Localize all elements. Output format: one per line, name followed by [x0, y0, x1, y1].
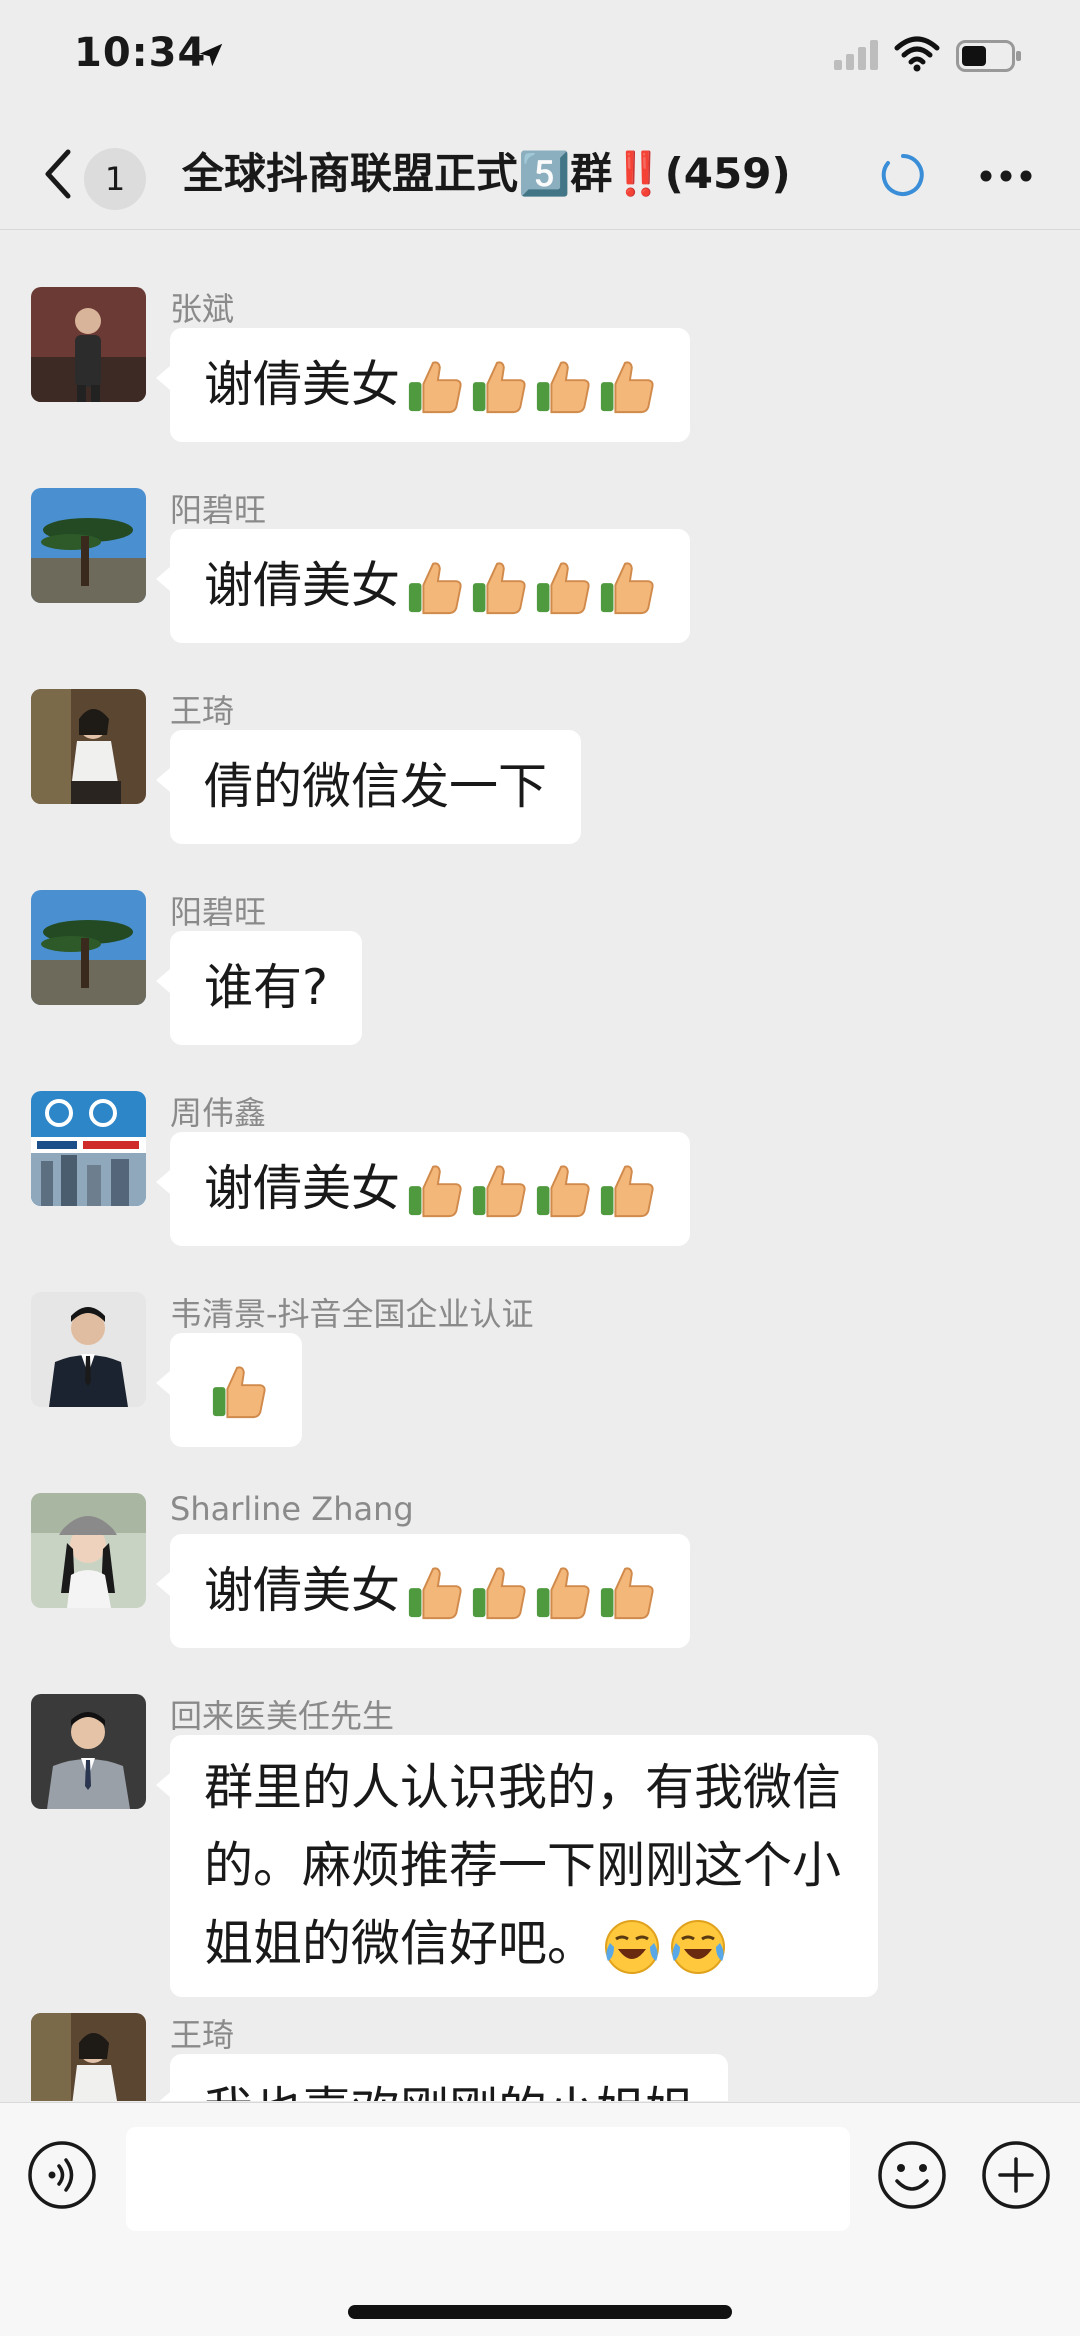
thumbs-up-icon — [536, 1165, 590, 1218]
loading-spinner-icon — [881, 154, 924, 196]
battery-icon — [956, 40, 1021, 72]
message-list[interactable]: 张斌 谢倩美女 阳碧旺 谢倩美女 王琦 倩的微信发一下 阳碧旺 谁有? 周伟鑫 … — [0, 231, 1080, 2101]
thumbs-up-icon — [212, 1366, 266, 1419]
message-text: 谢倩美女 — [204, 557, 401, 614]
message-bubble[interactable]: 谁有? — [155, 931, 363, 1045]
sender-name: 王琦 — [170, 692, 235, 730]
thumbs-group — [204, 1350, 268, 1428]
thumbs-up-icon — [600, 562, 654, 615]
thumbs-up-icon — [600, 361, 654, 414]
message-input[interactable] — [126, 2127, 850, 2231]
sender-name: 周伟鑫 — [170, 1094, 267, 1132]
thumbs-up-icon — [408, 562, 462, 615]
thumbs-up-icon — [408, 361, 462, 414]
wifi-icon — [894, 36, 940, 72]
home-indicator[interactable] — [348, 2305, 732, 2319]
thumbs-group — [400, 345, 656, 423]
message-bubble[interactable]: 我也喜欢刚刚的小姐姐 — [155, 2054, 729, 2101]
sender-name: 阳碧旺 — [170, 893, 267, 931]
laugh-cry-icon — [671, 1919, 726, 1974]
thumbs-up-icon — [472, 562, 526, 615]
message-text: 倩的微信发一下 — [204, 758, 548, 815]
status-time: 10:34 — [74, 30, 207, 76]
thumbs-group — [400, 546, 656, 624]
plus-icon[interactable] — [980, 2139, 1052, 2211]
avatar[interactable] — [31, 689, 146, 804]
sender-name: 张斌 — [170, 290, 235, 328]
message-bubble[interactable]: 群里的人认识我的，有我微信的。麻烦推荐一下刚刚这个小姐姐的微信好吧。 — [156, 1735, 878, 1997]
avatar[interactable] — [31, 488, 146, 603]
avatar[interactable] — [31, 890, 146, 1005]
laugh-cry-icon — [605, 1919, 660, 1974]
input-bar — [0, 2102, 1080, 2336]
message-bubble[interactable]: 谢倩美女 — [155, 1132, 691, 1246]
sender-name: 王琦 — [170, 2016, 235, 2054]
thumbs-group — [400, 1149, 656, 1227]
thumbs-up-icon — [472, 1567, 526, 1620]
message-bubble[interactable]: 谢倩美女 — [155, 529, 691, 643]
voice-icon[interactable] — [26, 2139, 98, 2211]
thumbs-up-icon — [472, 1165, 526, 1218]
message-text: 谢倩美女 — [204, 356, 401, 413]
chat-title: 全球抖商联盟正式5️⃣群‼️(459) — [182, 149, 791, 198]
message-text: 群里的人认识我的，有我微信的。麻烦推荐一下刚刚这个小姐姐的微信好吧。 — [204, 1749, 844, 1983]
thumbs-up-icon — [536, 1567, 590, 1620]
back-chevron-icon[interactable] — [40, 146, 74, 202]
avatar[interactable] — [31, 1694, 146, 1809]
thumbs-up-icon — [600, 1165, 654, 1218]
more-options-icon[interactable] — [978, 168, 1034, 184]
message-text: 谢倩美女 — [204, 1160, 401, 1217]
chat-header: 1 全球抖商联盟正式5️⃣群‼️(459) — [0, 118, 1080, 230]
wechat-group-chat-screen: 10:34 1 全球抖商联盟正式5️⃣群‼️(459) 张斌 谢倩美女 阳碧旺 … — [0, 0, 1080, 2336]
thumbs-up-icon — [536, 361, 590, 414]
sender-name: 回来医美任先生 — [170, 1697, 395, 1735]
thumbs-up-icon — [536, 562, 590, 615]
avatar[interactable] — [31, 1091, 146, 1206]
unread-count-badge[interactable]: 1 — [84, 148, 146, 210]
thumbs-up-icon — [600, 1567, 654, 1620]
avatar[interactable] — [31, 1493, 146, 1608]
avatar[interactable] — [31, 2013, 146, 2101]
thumbs-up-icon — [472, 361, 526, 414]
message-bubble[interactable]: 谢倩美女 — [155, 1534, 691, 1648]
avatar[interactable] — [31, 1292, 146, 1407]
status-bar: 10:34 — [0, 0, 1080, 118]
emoji-icon[interactable] — [876, 2139, 948, 2211]
message-text: 谁有? — [204, 959, 329, 1016]
message-bubble[interactable]: 谢倩美女 — [155, 328, 691, 442]
sender-name: 韦清景-抖音全国企业认证 — [170, 1295, 534, 1333]
message-bubble[interactable]: 倩的微信发一下 — [155, 730, 582, 844]
thumbs-up-icon — [408, 1567, 462, 1620]
thumbs-up-icon — [408, 1165, 462, 1218]
sender-name: Sharline Zhang — [170, 1490, 414, 1528]
thumbs-group — [400, 1551, 656, 1629]
message-bubble[interactable] — [156, 1333, 302, 1447]
sender-name: 阳碧旺 — [170, 491, 267, 529]
message-text: 我也喜欢刚刚的小姐姐 — [204, 2082, 694, 2101]
cellular-signal-icon — [834, 40, 878, 70]
avatar[interactable] — [31, 287, 146, 402]
location-arrow-icon — [199, 43, 223, 67]
message-text-content: 群里的人认识我的，有我微信的。麻烦推荐一下刚刚这个小姐姐的微信好吧。 — [204, 1759, 842, 1972]
message-text: 谢倩美女 — [204, 1562, 401, 1619]
